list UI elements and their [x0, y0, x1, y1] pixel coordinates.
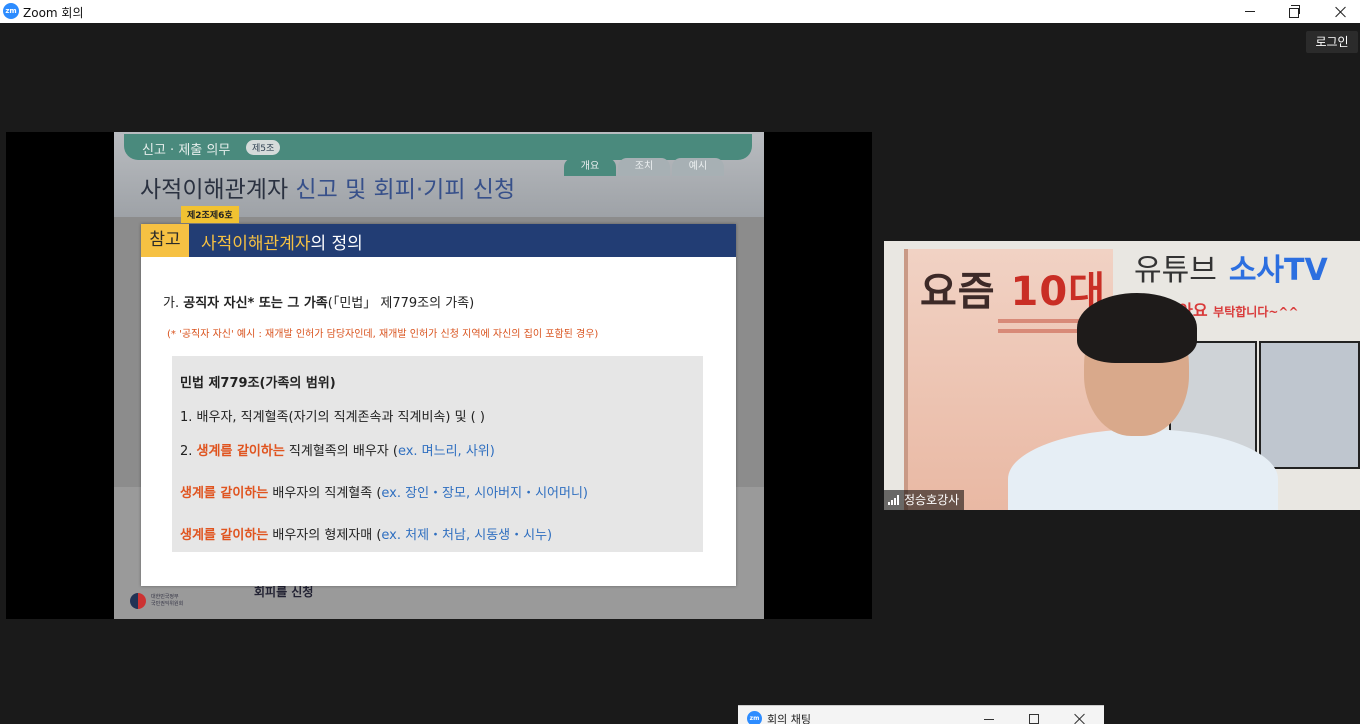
close-button[interactable]: [1318, 0, 1360, 23]
presentation-slide: 신고 · 제출 의무 제5조 개요 조치 예시 사적이해관계자 신고 및 회피·…: [114, 132, 764, 619]
law-item-2: 2. 생계를 같이하는 직계혈족의 배우자 (ex. 며느리, 사위): [180, 440, 495, 459]
reference-tag: 제2조제6호: [181, 206, 239, 223]
participant-video[interactable]: 요즘 10대 유튜브소사TV 구독・좋아요 부탁합니다~^^ 정승호강사: [884, 241, 1360, 510]
slide-tab-example: 예시: [672, 158, 724, 176]
window-title: Zoom 회의: [23, 6, 84, 20]
video-book-title: 요즘 10대: [920, 259, 1106, 317]
presenter-hair: [1077, 293, 1197, 363]
reference-label: 참고: [141, 224, 189, 257]
law-item-3-example: ex. 장인・장모, 시아버지・시어머니: [381, 486, 583, 501]
minimize-button[interactable]: [1227, 0, 1273, 23]
law-item-4-emphasis: 생계를 같이하는: [180, 528, 269, 543]
chat-minimize-button[interactable]: [984, 719, 994, 720]
definition-bold: 공직자 자신* 또는 그 가족: [183, 296, 328, 311]
video-youtube-label: 유튜브: [1134, 253, 1217, 288]
slide-logo-text: 대한민국정부 국민권익위원회: [151, 594, 183, 608]
slide-tabs: 개요 조치 예시: [564, 158, 724, 176]
participant-name: 정승호강사: [904, 493, 960, 507]
reference-header: 참고 사적이해관계자의 정의: [141, 224, 736, 257]
close-icon: [1335, 6, 1347, 18]
definition-note: (* '공직자 자신' 예시 : 재개발 인허가 담당자인데, 재개발 인허가 …: [167, 329, 599, 340]
law-item-4: 생계를 같이하는 배우자의 형제자매 (ex. 처제・처남, 시동생・시누): [180, 524, 552, 543]
slide-heading-highlight: 신고 및 회피·기피 신청: [288, 177, 516, 203]
chat-window[interactable]: zm 회의 채팅: [738, 705, 1104, 724]
reference-card: 제2조제6호 참고 사적이해관계자의 정의 가. 공직자 자신* 또는 그 가족…: [141, 206, 736, 586]
minimize-icon: [1245, 11, 1255, 12]
reference-title: 사적이해관계자의 정의: [201, 229, 363, 254]
slide-section-label: 신고 · 제출 의무: [142, 143, 231, 158]
restore-icon: [1289, 4, 1300, 18]
signal-strength-icon: [888, 495, 899, 505]
video-channel-label: 소사TV: [1228, 253, 1328, 288]
law-item-3-emphasis: 생계를 같이하는: [180, 486, 269, 501]
login-button[interactable]: 로그인: [1306, 31, 1358, 53]
slide-section-tag: 제5조: [246, 140, 281, 155]
chat-maximize-button[interactable]: [1029, 714, 1039, 724]
chat-title: 회의 채팅: [767, 713, 811, 724]
law-item-2-prefix: 2.: [180, 444, 197, 459]
law-item-4-example: ex. 처제・처남, 시동생・시누: [381, 528, 548, 543]
shared-screen: 신고 · 제출 의무 제5조 개요 조치 예시 사적이해관계자 신고 및 회피·…: [6, 132, 872, 619]
law-item-3-end: ): [582, 486, 588, 501]
video-background-photo: [1259, 341, 1360, 469]
law-title: 민법 제779조(가족의 범위): [180, 376, 336, 391]
chat-close-button[interactable]: [1074, 713, 1086, 724]
title-bar: zm Zoom 회의: [0, 0, 1360, 23]
government-logo-icon: [130, 593, 146, 609]
video-like-small: 부탁합니다~^^: [1213, 305, 1299, 319]
law-item-4-rest: 배우자의 형제자매 (: [268, 528, 382, 543]
definition-line: 가. 공직자 자신* 또는 그 가족(「민법」 제779조의 가족): [163, 292, 474, 311]
slide-section-bar: 신고 · 제출 의무 제5조: [124, 134, 752, 160]
law-item-2-emphasis: 생계를 같이하는: [196, 444, 285, 459]
slide-logo-line2: 국민권익위원회: [151, 601, 184, 607]
law-item-4-end: ): [547, 528, 553, 543]
participant-name-tag: 정승호강사: [884, 490, 965, 510]
slide-logo-line1: 대한민국정부: [151, 594, 179, 600]
law-item-2-example: ex. 며느리, 사위: [397, 444, 490, 459]
video-channel-banner: 유튜브 소사TV: [1134, 245, 1328, 289]
law-item-2-rest: 직계혈족의 배우자 (: [284, 444, 398, 459]
reference-title-rest: 의 정의: [310, 234, 363, 254]
definition-prefix: 가.: [163, 296, 184, 311]
slide-tab-action: 조치: [618, 158, 670, 176]
video-book-title-a: 요즘: [920, 269, 1011, 315]
law-item-1: 1. 배우자, 직계혈족(자기의 직계존속과 직계비속) 및 ( ): [180, 410, 485, 425]
law-item-3: 생계를 같이하는 배우자의 직계혈족 (ex. 장인・장모, 시아버지・시어머니…: [180, 482, 588, 501]
slide-heading: 사적이해관계자 신고 및 회피·기피 신청: [140, 170, 515, 204]
definition-rest: (「민법」 제779조의 가족): [327, 296, 475, 311]
law-item-2-end: ): [489, 444, 495, 459]
slide-heading-prefix: 사적이해관계자: [140, 177, 289, 203]
chat-zoom-logo-icon: zm: [747, 711, 762, 724]
reference-title-highlight: 사적이해관계자: [201, 234, 311, 254]
zoom-logo-icon: zm: [3, 3, 19, 19]
slide-tab-overview: 개요: [564, 158, 616, 176]
law-item-3-rest: 배우자의 직계혈족 (: [268, 486, 382, 501]
restore-button[interactable]: [1272, 0, 1318, 23]
law-box: 민법 제779조(가족의 범위) 1. 배우자, 직계혈족(자기의 직계존속과 …: [172, 356, 703, 552]
